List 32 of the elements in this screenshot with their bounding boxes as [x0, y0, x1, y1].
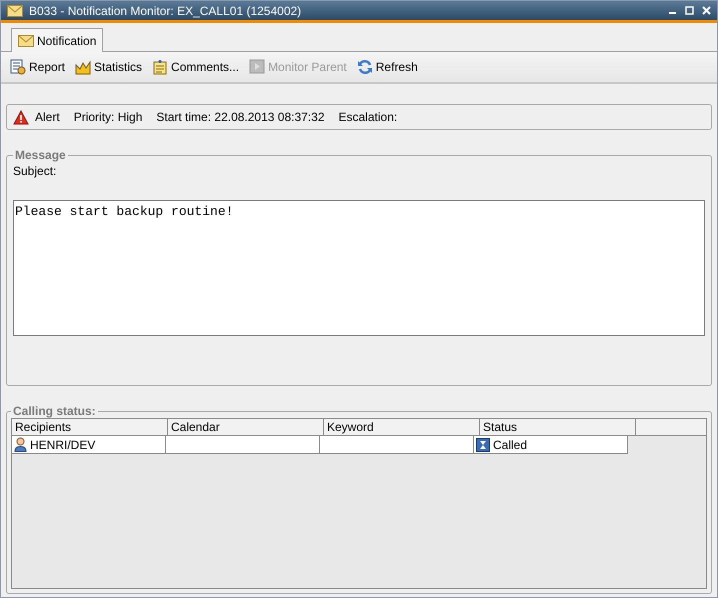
group-legend: Message: [13, 148, 68, 162]
toolbar-button[interactable]: Refresh: [354, 57, 421, 77]
toolbar-button[interactable]: Comments...: [149, 57, 242, 77]
message-text-area[interactable]: Please start backup routine!: [13, 200, 705, 336]
column-header[interactable]: Status: [480, 419, 636, 436]
escalation-label: Escalation:: [338, 110, 398, 124]
envelope-icon: [18, 34, 34, 46]
start-time-label: Start time: 22.08.2013 08:37:32: [156, 110, 324, 124]
monitor-icon: [249, 59, 266, 75]
tab[interactable]: Notification: [11, 28, 104, 52]
toolbar-button[interactable]: Report: [7, 57, 68, 77]
refresh-icon: [356, 59, 373, 75]
report-icon: [10, 59, 26, 75]
warning-icon: [13, 110, 29, 124]
hourglass-icon: [476, 438, 490, 452]
alert-type: Alert: [35, 110, 60, 124]
close-icon[interactable]: [702, 6, 711, 15]
table-cell: Called: [474, 436, 628, 454]
maximize-icon[interactable]: [685, 6, 694, 15]
priority-label: Priority: High: [74, 110, 142, 124]
column-header[interactable]: Keyword: [324, 419, 480, 436]
column-header[interactable]: Calendar: [168, 419, 324, 436]
subject-label: Subject:: [13, 164, 58, 178]
envelope-icon: [7, 4, 23, 16]
table-cell: HENRI/DEV: [12, 436, 166, 454]
notepad-icon: [152, 59, 168, 75]
toolbar-button[interactable]: Statistics: [72, 57, 146, 77]
window-title: B033 - Notification Monitor: EX_CALL01 (1254002): [29, 4, 302, 18]
group-legend: Calling status:: [11, 404, 98, 418]
person-icon: [14, 437, 27, 452]
column-header[interactable]: Recipients: [12, 419, 168, 436]
chart-icon: [75, 59, 92, 75]
